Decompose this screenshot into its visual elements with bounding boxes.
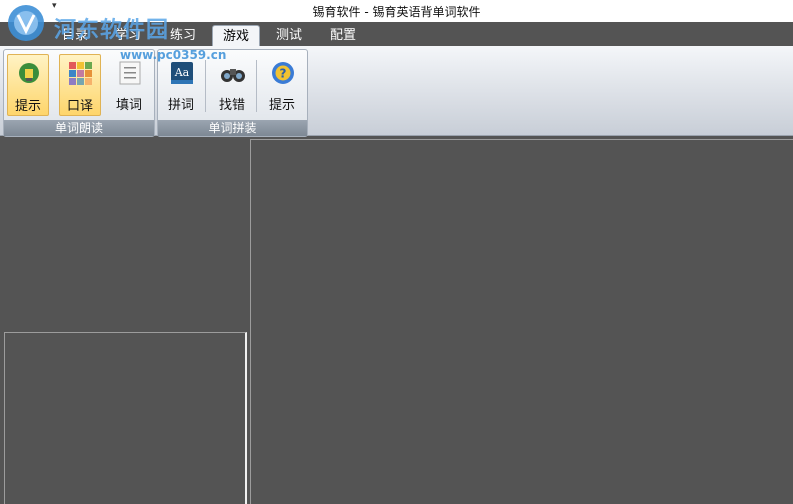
quick-access-dropdown-icon[interactable]: ▾ — [52, 1, 57, 11]
group-label-word-reading: 单词朗读 — [4, 120, 154, 136]
group-label-word-assembly: 单词拼装 — [158, 120, 307, 136]
group-word-assembly: Aa 拼词 找错 ? 提示 单词拼装 — [157, 49, 308, 137]
watermark-url: www.pc0359.cn — [120, 48, 227, 62]
word-tip-button[interactable]: 提示 — [7, 54, 49, 116]
dictionary-icon: Aa — [171, 62, 193, 84]
spell-word-button[interactable]: Aa 拼词 — [161, 54, 201, 114]
tab-game[interactable]: 游戏 — [212, 25, 260, 47]
ribbon: 提示 口译 填词 单词朗读 Aa 拼词 找错 ? 提示 单词拼装 — [0, 46, 793, 137]
app-logo-icon — [8, 5, 44, 41]
group-word-reading: 提示 口译 填词 单词朗读 — [3, 49, 155, 137]
svg-text:Aa: Aa — [174, 66, 190, 79]
color-grid-icon — [69, 62, 92, 85]
ribbon-separator — [205, 60, 206, 112]
tab-config[interactable]: 配置 — [320, 25, 366, 46]
lightbulb-icon — [19, 63, 39, 83]
list-icon — [119, 61, 141, 85]
interpret-button[interactable]: 口译 — [59, 54, 101, 116]
tip-button[interactable]: ? 提示 — [262, 54, 302, 114]
fill-word-button[interactable]: 填词 — [109, 54, 149, 114]
watermark-text: 河东软件园 — [54, 17, 170, 43]
svg-text:?: ? — [280, 67, 287, 81]
ribbon-separator — [256, 60, 257, 112]
tab-test[interactable]: 测试 — [266, 25, 312, 46]
question-icon: ? — [272, 62, 294, 84]
binoculars-icon — [221, 69, 245, 82]
find-error-button[interactable]: 找错 — [212, 54, 252, 114]
word-list-panel[interactable] — [4, 332, 247, 504]
game-content-panel[interactable] — [250, 139, 793, 504]
